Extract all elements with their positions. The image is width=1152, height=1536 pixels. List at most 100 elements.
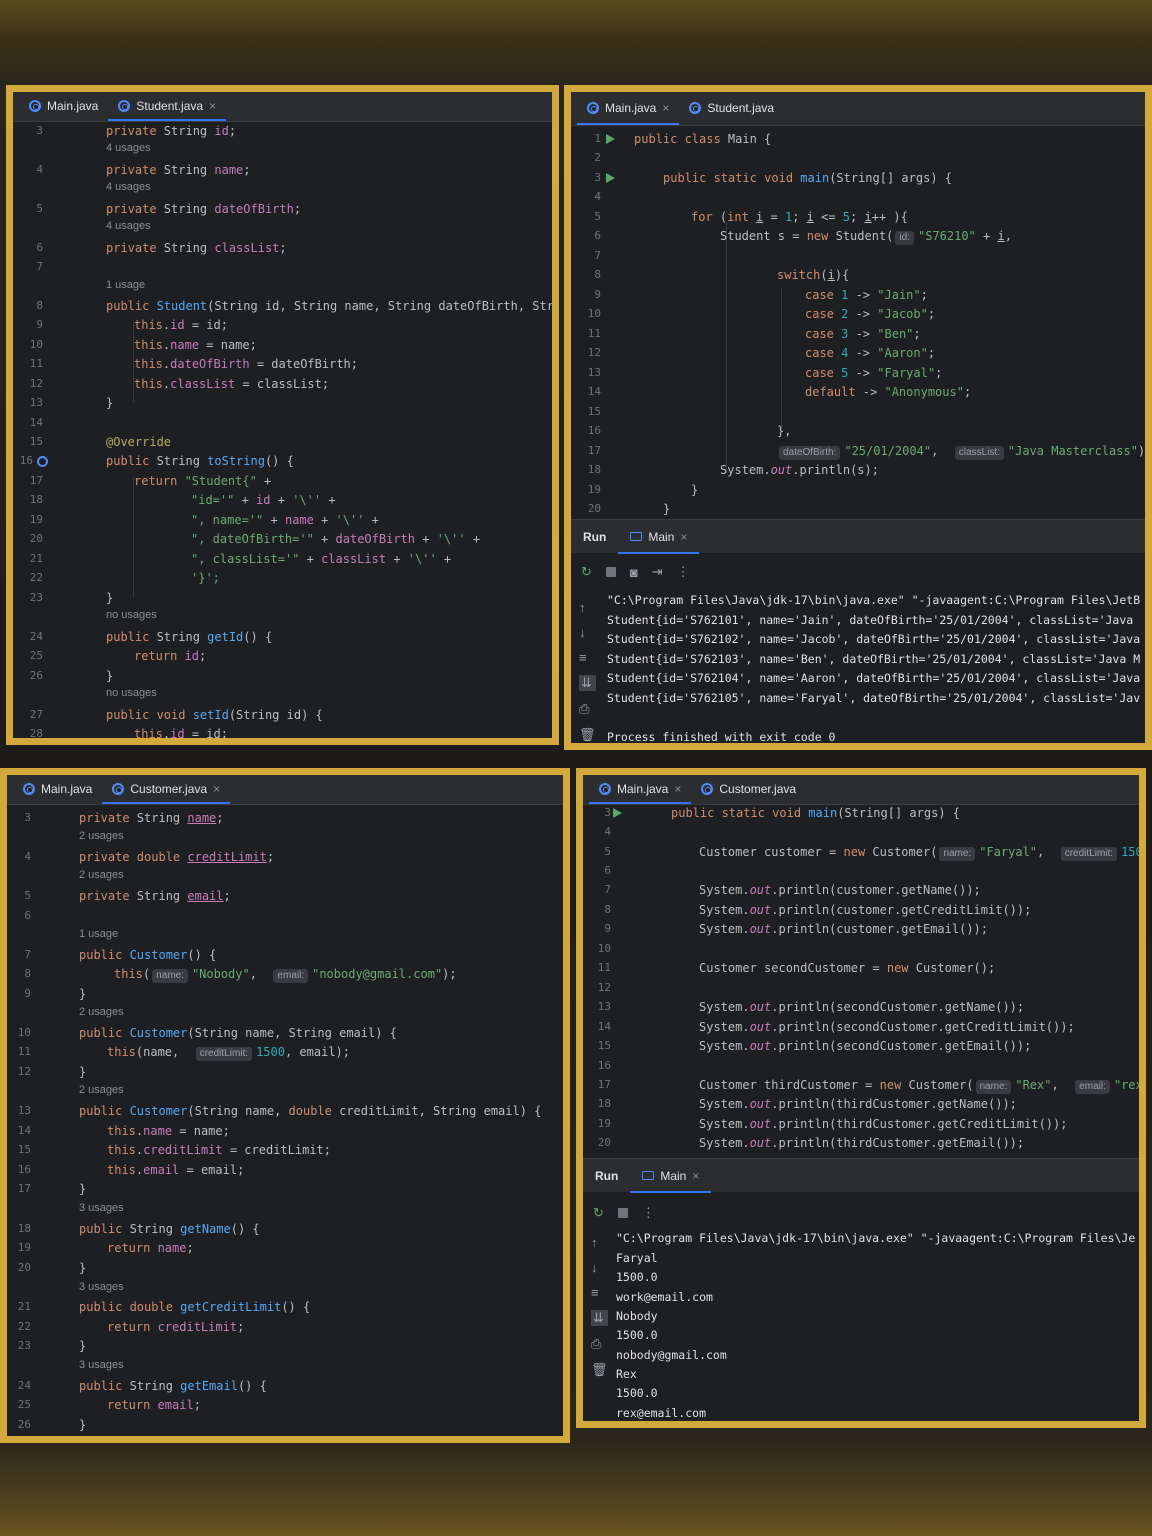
line-number: 20 xyxy=(597,1136,611,1149)
code-line: this.dateOfBirth = dateOfBirth; xyxy=(134,357,358,371)
trash-icon[interactable]: 🗑 xyxy=(591,1362,608,1378)
close-icon[interactable]: × xyxy=(680,530,687,544)
usage-hint[interactable]: 2 usages xyxy=(79,1006,124,1018)
line-number: 14 xyxy=(597,1020,611,1033)
stop-icon[interactable] xyxy=(617,1208,628,1218)
tab-label: Main.java xyxy=(41,782,93,796)
camera-icon[interactable]: ◙ xyxy=(630,565,638,580)
tab-label: Main.java xyxy=(617,782,669,796)
tab-main-java[interactable]: Main.java × xyxy=(577,92,680,125)
close-icon[interactable]: × xyxy=(674,782,681,796)
console-line: Student{id='S762104', name='Aaron', date… xyxy=(607,671,1141,685)
usage-hint[interactable]: 4 usages xyxy=(106,142,151,154)
usage-hint[interactable]: 2 usages xyxy=(79,1084,124,1096)
run-gutter-icon[interactable] xyxy=(606,134,615,144)
run-gutter-icon[interactable] xyxy=(613,808,622,818)
code-line: case 3 -> "Ben"; xyxy=(805,327,921,341)
code-editor[interactable]: 1 public class Main { 2 3 public static … xyxy=(571,126,1145,518)
code-line: ", classList='" + classList + '\'' + xyxy=(191,552,452,566)
run-gutter-icon[interactable] xyxy=(606,173,615,183)
usage-hint[interactable]: 1 usage xyxy=(79,928,118,940)
close-icon[interactable]: × xyxy=(692,1169,699,1183)
tab-customer-java[interactable]: Customer.java xyxy=(691,775,806,804)
code-line: Student s = new Student(id: "S76210" + i, xyxy=(720,229,1012,245)
java-class-icon xyxy=(689,102,702,114)
scroll-end-icon[interactable]: ⇊ xyxy=(591,1310,608,1326)
usage-hint[interactable]: 4 usages xyxy=(106,181,151,193)
code-editor[interactable]: 3 public static void main(String[] args)… xyxy=(583,805,1139,1155)
code-line: return name; xyxy=(107,1241,194,1255)
trash-icon[interactable]: 🗑 xyxy=(579,727,596,743)
usage-hint[interactable]: 4 usages xyxy=(106,220,151,232)
line-number: 4 xyxy=(24,850,31,863)
java-class-icon xyxy=(599,783,611,795)
tab-student-java[interactable]: Student.java × xyxy=(108,92,226,121)
tab-label: Main.java xyxy=(605,101,657,115)
more-icon[interactable]: ⋮ xyxy=(677,564,690,580)
line-number: 24 xyxy=(17,1379,31,1392)
line-number: 5 xyxy=(604,845,611,858)
more-icon[interactable]: ⋮ xyxy=(642,1205,655,1221)
line-number: 27 xyxy=(29,708,43,721)
down-arrow-icon[interactable]: ↓ xyxy=(591,1260,608,1275)
print-icon[interactable]: ⎙ xyxy=(591,1336,608,1352)
console-line: "C:\Program Files\Java\jdk-17\bin\java.e… xyxy=(607,593,1141,607)
code-line: Customer customer = new Customer(name: "F… xyxy=(699,845,1143,861)
line-number: 19 xyxy=(29,513,43,526)
run-tab-main[interactable]: Main × xyxy=(630,1159,712,1193)
code-editor[interactable]: 3 private String id; 4 usages 4 private … xyxy=(13,122,552,738)
close-icon[interactable]: × xyxy=(662,101,669,115)
console-icon xyxy=(642,1171,655,1180)
usage-hint[interactable]: 1 usage xyxy=(106,279,145,291)
customer-editor-panel: Main.java Customer.java × 3 private Strin… xyxy=(0,768,570,1443)
line-number: 7 xyxy=(24,948,31,961)
usage-hint[interactable]: no usages xyxy=(106,609,157,621)
code-line: return creditLimit; xyxy=(107,1320,245,1334)
code-line: private String name; xyxy=(79,811,224,825)
usage-hint[interactable]: 3 usages xyxy=(79,1359,124,1371)
stop-icon[interactable] xyxy=(605,567,616,577)
up-arrow-icon[interactable]: ↑ xyxy=(579,600,596,615)
print-icon[interactable]: ⎙ xyxy=(579,701,596,717)
java-class-icon xyxy=(29,100,41,112)
rerun-icon[interactable]: ↻ xyxy=(593,1205,604,1221)
line-number: 9 xyxy=(594,288,601,301)
code-editor[interactable]: 3 private String name; 2 usages 4 privat… xyxy=(7,805,563,1436)
close-icon[interactable]: × xyxy=(209,99,216,113)
usage-hint[interactable]: 2 usages xyxy=(79,830,124,842)
console-line: 1500.0 xyxy=(616,1270,658,1284)
code-line: } xyxy=(79,1261,87,1275)
exit-icon[interactable]: ⇥ xyxy=(652,564,663,580)
override-marker-icon[interactable] xyxy=(37,456,48,467)
close-icon[interactable]: × xyxy=(213,782,220,796)
usage-hint[interactable]: 3 usages xyxy=(79,1281,124,1293)
line-number: 21 xyxy=(29,552,43,565)
up-arrow-icon[interactable]: ↑ xyxy=(591,1235,608,1250)
down-arrow-icon[interactable]: ↓ xyxy=(579,625,596,640)
usage-hint[interactable]: 2 usages xyxy=(79,869,124,881)
code-line: public void setId(String id) { xyxy=(106,708,323,722)
code-line: this.id = id; xyxy=(134,318,228,332)
scroll-end-icon[interactable]: ⇊ xyxy=(579,675,596,691)
tab-customer-java[interactable]: Customer.java × xyxy=(102,775,230,804)
line-number: 22 xyxy=(29,571,43,584)
code-line: switch(i){ xyxy=(777,268,850,282)
code-line: private String classList; xyxy=(106,241,287,255)
tab-main-java[interactable]: Main.java × xyxy=(589,775,692,804)
rerun-icon[interactable]: ↻ xyxy=(581,564,592,580)
tab-student-java[interactable]: Student.java xyxy=(679,92,784,125)
tab-main-java[interactable]: Main.java xyxy=(13,775,102,804)
soft-wrap-icon[interactable]: ≡ xyxy=(579,650,596,665)
run-tab-main[interactable]: Main × xyxy=(618,520,700,554)
usage-hint[interactable]: 3 usages xyxy=(79,1202,124,1214)
code-line: } xyxy=(79,1182,87,1196)
line-number: 20 xyxy=(587,502,601,515)
line-number: 17 xyxy=(29,474,43,487)
code-line: '}'; xyxy=(191,571,220,585)
usage-hint[interactable]: no usages xyxy=(106,687,157,699)
line-number: 8 xyxy=(594,268,601,281)
tab-main-java[interactable]: Main.java xyxy=(19,92,108,121)
code-line: dateOfBirth: "25/01/2004", classList: "Jav… xyxy=(777,444,1145,460)
soft-wrap-icon[interactable]: ≡ xyxy=(591,1285,608,1300)
tab-label: Student.java xyxy=(707,101,775,115)
